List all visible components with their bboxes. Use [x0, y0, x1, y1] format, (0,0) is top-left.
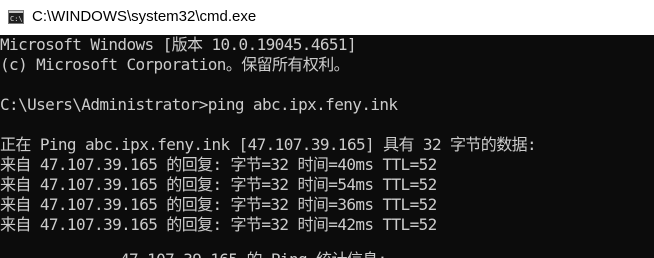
console-line: 来自 47.107.39.165 的回复: 字节=32 时间=42ms TTL=…	[0, 215, 437, 234]
console-line: 来自 47.107.39.165 的回复: 字节=32 时间=36ms TTL=…	[0, 195, 437, 214]
cmd-window: C:\ C:\WINDOWS\system32\cmd.exe Microsof…	[0, 0, 654, 258]
console-line: 47.107.39.165 的 Ping 统计信息:	[120, 250, 387, 258]
console-line: 来自 47.107.39.165 的回复: 字节=32 时间=54ms TTL=…	[0, 175, 437, 194]
window-title: C:\WINDOWS\system32\cmd.exe	[32, 8, 257, 25]
console-line: C:\Users\Administrator>ping abc.ipx.feny…	[0, 95, 398, 114]
console-output[interactable]: Microsoft Windows [版本 10.0.19045.4651] (…	[0, 35, 654, 258]
console-line: 正在 Ping abc.ipx.feny.ink [47.107.39.165]…	[0, 135, 537, 154]
console-line: (c) Microsoft Corporation。保留所有权利。	[0, 55, 350, 74]
svg-text:C:\: C:\	[10, 15, 23, 23]
cmd-icon: C:\	[8, 10, 24, 24]
title-bar[interactable]: C:\ C:\WINDOWS\system32\cmd.exe	[0, 0, 654, 35]
console-line: Microsoft Windows [版本 10.0.19045.4651]	[0, 35, 357, 54]
console-line: 来自 47.107.39.165 的回复: 字节=32 时间=40ms TTL=…	[0, 155, 437, 174]
